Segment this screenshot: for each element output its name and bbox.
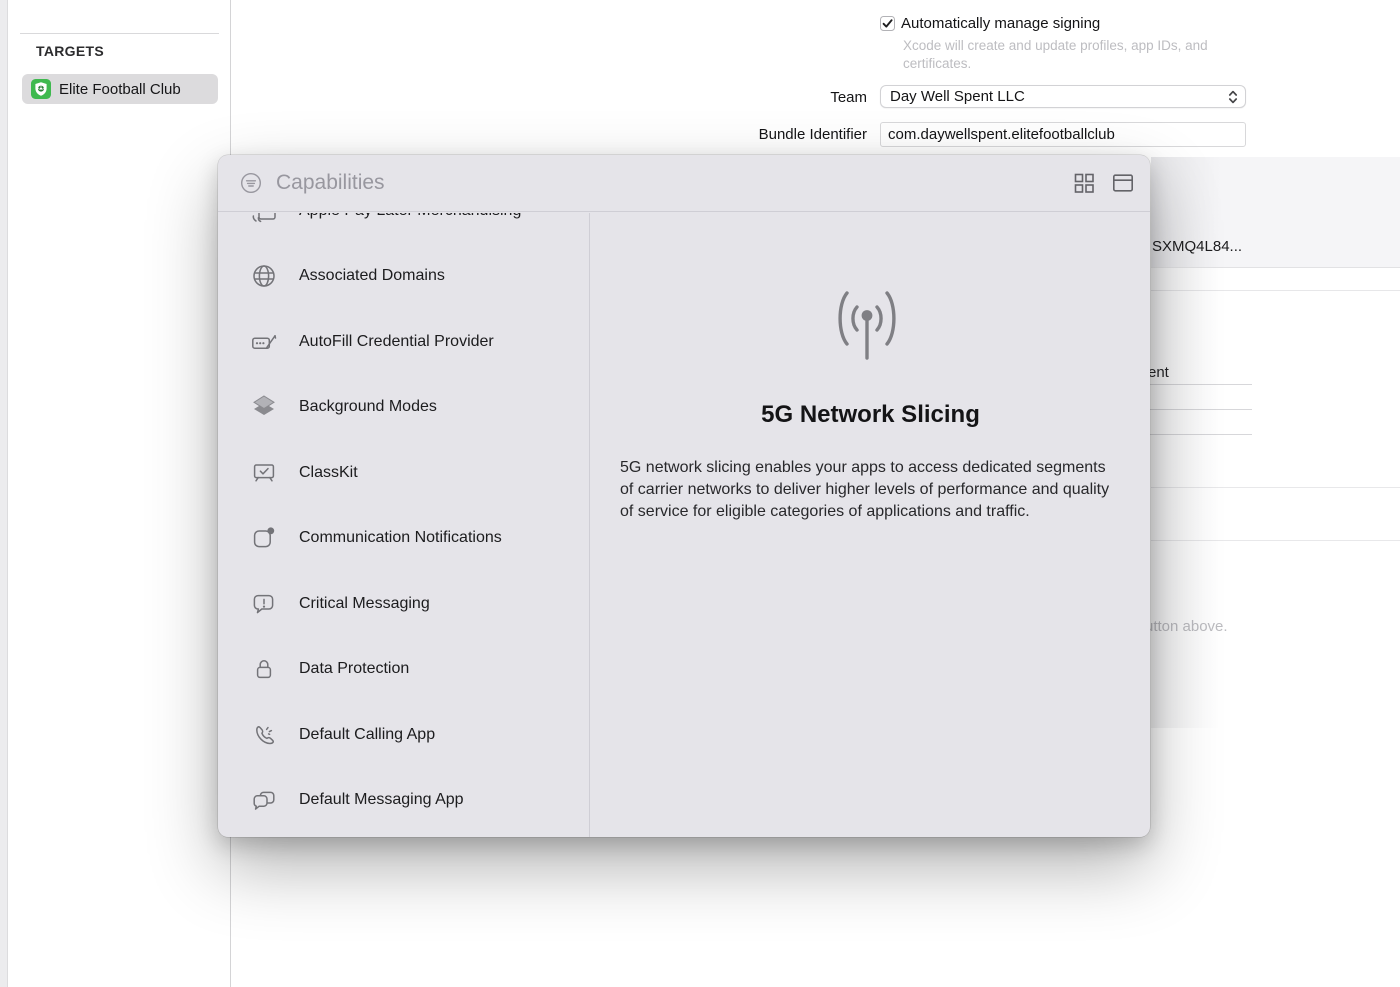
sidebar-divider bbox=[20, 33, 219, 34]
team-select[interactable]: Day Well Spent LLC bbox=[880, 85, 1246, 108]
capability-list-item[interactable]: Data Protection bbox=[218, 637, 589, 703]
auto-manage-signing-label[interactable]: Automatically manage signing bbox=[901, 15, 1100, 32]
signing-certificate-text-fragment: SXMQ4L84... bbox=[1152, 238, 1242, 255]
field-underline bbox=[1147, 434, 1252, 435]
capability-list-item[interactable]: AutoFill Credential Provider bbox=[218, 309, 589, 375]
target-name-label: Elite Football Club bbox=[59, 81, 181, 98]
capability-detail-panel: 5G Network Slicing 5G network slicing en… bbox=[591, 213, 1150, 837]
auto-manage-signing-help: Xcode will create and update profiles, a… bbox=[903, 37, 1248, 72]
app-badge-icon bbox=[250, 524, 278, 552]
exclamation-bubble-icon bbox=[250, 590, 278, 618]
entitlement-text-fragment: ent bbox=[1148, 364, 1169, 381]
phone-waves-icon bbox=[250, 721, 278, 749]
capability-list-item[interactable]: Apple Pay Later Merchandising bbox=[218, 213, 589, 244]
app-icon-elite-football-club bbox=[31, 79, 51, 99]
team-label: Team bbox=[830, 89, 867, 106]
capability-label: AutoFill Credential Provider bbox=[299, 333, 494, 351]
capability-label: Communication Notifications bbox=[299, 529, 502, 547]
grid-view-icon bbox=[1072, 171, 1096, 195]
capability-label: ClassKit bbox=[299, 464, 358, 482]
auto-manage-signing-checkbox[interactable] bbox=[880, 16, 895, 31]
search-placeholder: Capabilities bbox=[276, 171, 385, 195]
window-edge-strip bbox=[0, 0, 8, 987]
bundle-identifier-label: Bundle Identifier bbox=[759, 126, 867, 143]
lock-icon bbox=[250, 655, 278, 683]
autofill-icon bbox=[250, 328, 278, 356]
capability-list-item[interactable]: Critical Messaging bbox=[218, 571, 589, 637]
bundle-identifier-input[interactable] bbox=[880, 122, 1246, 147]
layers-icon bbox=[250, 393, 278, 421]
capability-label: Associated Domains bbox=[299, 267, 445, 285]
chat-bubbles-icon bbox=[250, 786, 278, 814]
capabilities-search-field[interactable]: Capabilities bbox=[239, 171, 1072, 195]
classkit-board-icon bbox=[250, 459, 278, 487]
capability-list-item[interactable]: Background Modes bbox=[218, 375, 589, 441]
capabilities-list: Apple Pay Later Merchandising Associated… bbox=[218, 213, 590, 837]
apple-pay-icon bbox=[250, 213, 278, 225]
capability-list-item[interactable]: Associated Domains bbox=[218, 244, 589, 310]
capability-list-item[interactable]: ClassKit bbox=[218, 440, 589, 506]
window-view-button[interactable] bbox=[1111, 171, 1135, 195]
section-divider bbox=[1151, 540, 1400, 541]
project-sidebar: TARGETS Elite Football Club bbox=[8, 0, 231, 987]
capability-label: Apple Pay Later Merchandising bbox=[299, 213, 521, 220]
capability-label: Default Calling App bbox=[299, 726, 435, 744]
globe-icon bbox=[250, 262, 278, 290]
stepper-icon bbox=[1227, 88, 1239, 106]
capability-detail-title: 5G Network Slicing bbox=[591, 401, 1150, 429]
capability-label: Default Messaging App bbox=[299, 791, 464, 809]
capability-list-item[interactable]: Default Messaging App bbox=[218, 768, 589, 834]
checkmark-icon bbox=[881, 17, 894, 30]
capability-label: Background Modes bbox=[299, 398, 437, 416]
popup-header: Capabilities bbox=[218, 155, 1150, 212]
field-underline bbox=[1147, 409, 1252, 410]
popup-shadow-gradient bbox=[1151, 268, 1221, 728]
section-divider bbox=[1151, 290, 1400, 291]
filter-icon bbox=[239, 171, 263, 195]
antenna-radiowaves-icon bbox=[823, 290, 911, 360]
capability-detail-description: 5G network slicing enables your apps to … bbox=[620, 457, 1117, 523]
grid-view-button[interactable] bbox=[1072, 171, 1096, 195]
window-view-icon bbox=[1111, 171, 1135, 195]
capability-label: Data Protection bbox=[299, 660, 409, 678]
capability-list-item[interactable]: Communication Notifications bbox=[218, 506, 589, 572]
sidebar-item-target-elite-football-club[interactable]: Elite Football Club bbox=[22, 74, 218, 104]
field-underline bbox=[1147, 384, 1252, 385]
targets-section-header: TARGETS bbox=[36, 43, 104, 59]
team-select-value: Day Well Spent LLC bbox=[890, 88, 1227, 105]
section-divider bbox=[1151, 487, 1400, 488]
capabilities-hint-text-fragment: utton above. bbox=[1145, 618, 1228, 635]
capability-list-item[interactable]: Default Calling App bbox=[218, 702, 589, 768]
capabilities-popup: Capabilities Apple Pay Later Merchandisi… bbox=[218, 155, 1150, 837]
capability-label: Critical Messaging bbox=[299, 595, 430, 613]
